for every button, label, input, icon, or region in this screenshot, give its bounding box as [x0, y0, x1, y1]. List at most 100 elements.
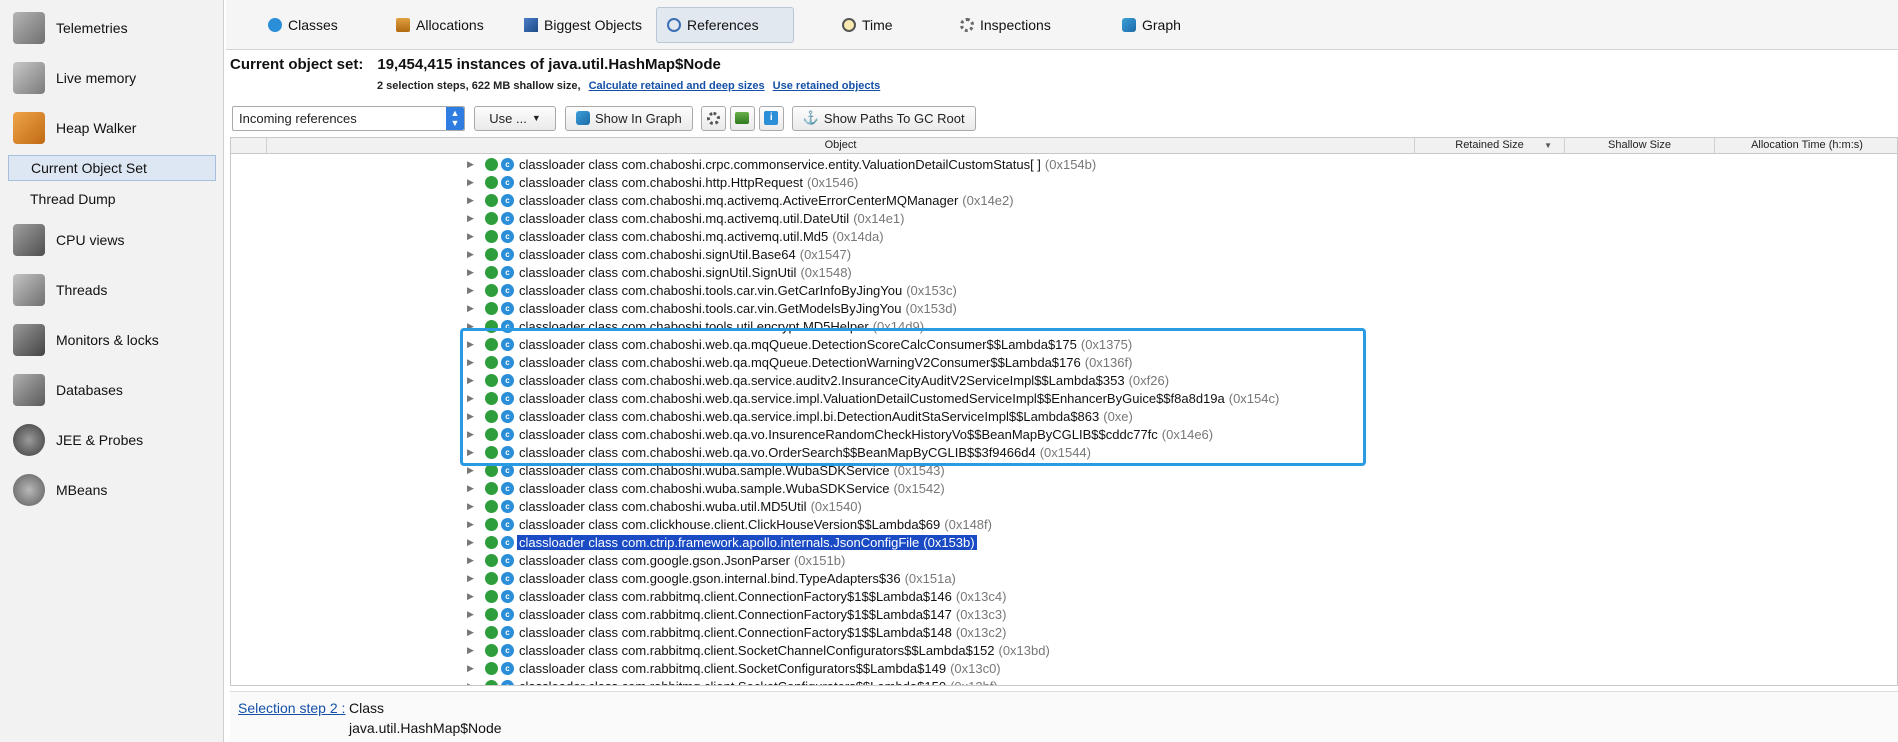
tab-time[interactable]: Time: [832, 7, 903, 43]
expand-triangle-icon[interactable]: ▶: [467, 159, 474, 170]
table-row[interactable]: ▶ c classloader class com.chaboshi.tools.c…: [231, 299, 1897, 317]
table-row[interactable]: ▶ c classloader class com.google.gson.Json…: [231, 551, 1897, 569]
expand-triangle-icon[interactable]: ▶: [467, 627, 474, 638]
table-row[interactable]: ▶ c classloader class com.chaboshi.signUti…: [231, 263, 1897, 281]
table-row[interactable]: ▶ c classloader class com.chaboshi.web.qa.…: [231, 371, 1897, 389]
show-paths-gc-root-button[interactable]: ⚓ Show Paths To GC Root: [791, 105, 976, 131]
expand-triangle-icon[interactable]: ▶: [467, 429, 474, 440]
table-row[interactable]: ▶ c classloader class com.chaboshi.web.qa.…: [231, 443, 1897, 461]
expand-triangle-icon[interactable]: ▶: [467, 303, 474, 314]
row-label[interactable]: classloader class com.chaboshi.web.qa.vo…: [519, 427, 1213, 442]
expand-triangle-icon[interactable]: ▶: [467, 645, 474, 656]
sidebar-item-telemetries[interactable]: Telemetries: [0, 6, 223, 50]
expand-triangle-icon[interactable]: ▶: [467, 591, 474, 602]
table-row[interactable]: ▶ c classloader class com.chaboshi.tools.u…: [231, 317, 1897, 335]
expand-triangle-icon[interactable]: ▶: [467, 321, 474, 332]
table-row[interactable]: ▶ c classloader class com.chaboshi.mq.acti…: [231, 191, 1897, 209]
export-button[interactable]: [729, 105, 755, 131]
expand-triangle-icon[interactable]: ▶: [467, 375, 474, 386]
table-row[interactable]: ▶ c classloader class com.chaboshi.web.qa.…: [231, 407, 1897, 425]
expand-triangle-icon[interactable]: ▶: [467, 177, 474, 188]
tab-inspections[interactable]: Inspections: [950, 7, 1061, 43]
sidebar-item-live-memory[interactable]: Live memory: [0, 56, 223, 100]
column-header-allocation-time[interactable]: Allocation Time (h:m:s): [1715, 138, 1897, 154]
sidebar-item-cpu-views[interactable]: CPU views: [0, 218, 223, 262]
row-label[interactable]: classloader class com.chaboshi.web.qa.se…: [519, 409, 1133, 424]
settings-button[interactable]: [700, 105, 726, 131]
calculate-retained-link[interactable]: Calculate retained and deep sizes: [589, 80, 765, 92]
sidebar-subitem-thread-dump[interactable]: Thread Dump: [8, 186, 216, 212]
row-label[interactable]: classloader class com.chaboshi.web.qa.mq…: [519, 337, 1132, 352]
row-label[interactable]: classloader class com.chaboshi.web.qa.se…: [519, 391, 1279, 406]
table-row[interactable]: ▶ c classloader class com.chaboshi.signUti…: [231, 245, 1897, 263]
expand-triangle-icon[interactable]: ▶: [467, 357, 474, 368]
row-label[interactable]: classloader class com.ctrip.framework.ap…: [517, 534, 977, 550]
row-label[interactable]: classloader class com.chaboshi.web.qa.se…: [519, 373, 1169, 388]
expand-triangle-icon[interactable]: ▶: [467, 267, 474, 278]
column-header-shallow-size[interactable]: Shallow Size: [1565, 138, 1715, 154]
column-header-object[interactable]: Object: [267, 138, 1415, 154]
expand-triangle-icon[interactable]: ▶: [467, 609, 474, 620]
row-label[interactable]: classloader class com.chaboshi.tools.car…: [519, 283, 957, 298]
row-label[interactable]: classloader class com.rabbitmq.client.So…: [519, 643, 1050, 658]
sidebar-item-jee-probes[interactable]: JEE & Probes: [0, 418, 223, 462]
expand-triangle-icon[interactable]: ▶: [467, 519, 474, 530]
expand-triangle-icon[interactable]: ▶: [467, 285, 474, 296]
expand-triangle-icon[interactable]: ▶: [467, 213, 474, 224]
table-row[interactable]: ▶ c classloader class com.chaboshi.tools.c…: [231, 281, 1897, 299]
row-label[interactable]: classloader class com.rabbitmq.client.Co…: [519, 589, 1006, 604]
show-in-graph-button[interactable]: Show In Graph: [565, 105, 693, 131]
expand-triangle-icon[interactable]: ▶: [467, 465, 474, 476]
tab-graph[interactable]: Graph: [1112, 7, 1191, 43]
row-label[interactable]: classloader class com.chaboshi.mq.active…: [519, 229, 884, 244]
reference-type-select[interactable]: Incoming references ▲ ▼: [232, 105, 465, 131]
use-button[interactable]: Use ... ▼: [474, 105, 556, 131]
row-label[interactable]: classloader class com.rabbitmq.client.So…: [519, 679, 998, 686]
row-label[interactable]: classloader class com.chaboshi.tools.car…: [519, 301, 957, 316]
table-row[interactable]: ▶ c classloader class com.rabbitmq.client.…: [231, 587, 1897, 605]
table-row[interactable]: ▶ c classloader class com.chaboshi.wuba.sa…: [231, 461, 1897, 479]
expand-triangle-icon[interactable]: ▶: [467, 537, 474, 548]
row-label[interactable]: classloader class com.rabbitmq.client.Co…: [519, 625, 1006, 640]
expand-triangle-icon[interactable]: ▶: [467, 573, 474, 584]
use-retained-link[interactable]: Use retained objects: [773, 80, 881, 92]
tab-biggest-objects[interactable]: Biggest Objects: [514, 7, 652, 43]
sidebar-item-heap-walker[interactable]: Heap Walker: [0, 106, 223, 150]
table-row[interactable]: ▶ c classloader class com.chaboshi.wuba.sa…: [231, 479, 1897, 497]
expand-triangle-icon[interactable]: ▶: [467, 231, 474, 242]
sidebar-item-monitors-locks[interactable]: Monitors & locks: [0, 318, 223, 362]
table-row[interactable]: ▶ c classloader class com.google.gson.inte…: [231, 569, 1897, 587]
sidebar-subitem-current-object-set[interactable]: Current Object Set: [8, 155, 216, 181]
row-label[interactable]: classloader class com.chaboshi.signUtil.…: [519, 265, 852, 280]
table-row[interactable]: ▶ c classloader class com.chaboshi.mq.acti…: [231, 227, 1897, 245]
row-label[interactable]: classloader class com.chaboshi.crpc.comm…: [519, 157, 1096, 172]
expand-triangle-icon[interactable]: ▶: [467, 663, 474, 674]
table-row[interactable]: ▶ c classloader class com.chaboshi.web.qa.…: [231, 335, 1897, 353]
expand-triangle-icon[interactable]: ▶: [467, 681, 474, 686]
expand-triangle-icon[interactable]: ▶: [467, 501, 474, 512]
sidebar-item-mbeans[interactable]: MBeans: [0, 468, 223, 512]
row-label[interactable]: classloader class com.rabbitmq.client.Co…: [519, 607, 1006, 622]
expand-triangle-icon[interactable]: ▶: [467, 339, 474, 350]
row-label[interactable]: classloader class com.rabbitmq.client.So…: [519, 661, 1001, 676]
expand-triangle-icon[interactable]: ▶: [467, 195, 474, 206]
row-label[interactable]: classloader class com.chaboshi.mq.active…: [519, 193, 1014, 208]
table-row[interactable]: ▶ c classloader class com.clickhouse.clien…: [231, 515, 1897, 533]
table-row[interactable]: ▶ c classloader class com.ctrip.framework.…: [231, 533, 1897, 551]
row-label[interactable]: classloader class com.chaboshi.web.qa.vo…: [519, 445, 1091, 460]
row-label[interactable]: classloader class com.clickhouse.client.…: [519, 517, 992, 532]
expand-triangle-icon[interactable]: ▶: [467, 483, 474, 494]
table-row[interactable]: ▶ c classloader class com.rabbitmq.client.…: [231, 677, 1897, 686]
row-label[interactable]: classloader class com.chaboshi.wuba.samp…: [519, 481, 945, 496]
row-label[interactable]: classloader class com.chaboshi.signUtil.…: [519, 247, 851, 262]
expand-triangle-icon[interactable]: ▶: [467, 411, 474, 422]
expand-triangle-icon[interactable]: ▶: [467, 393, 474, 404]
tab-references[interactable]: References: [656, 7, 794, 43]
expand-triangle-icon[interactable]: ▶: [467, 555, 474, 566]
row-label[interactable]: classloader class com.chaboshi.mq.active…: [519, 211, 905, 226]
tab-classes[interactable]: Classes: [258, 7, 348, 43]
sidebar-item-databases[interactable]: Databases: [0, 368, 223, 412]
sidebar-item-threads[interactable]: Threads: [0, 268, 223, 312]
row-label[interactable]: classloader class com.google.gson.intern…: [519, 571, 956, 586]
column-header-retained-size[interactable]: Retained Size ▼: [1415, 138, 1565, 154]
